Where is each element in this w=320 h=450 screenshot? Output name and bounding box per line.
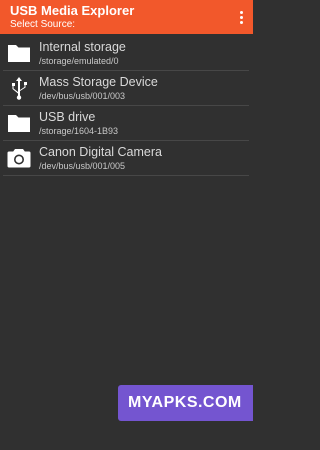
source-item-internal-storage[interactable]: Internal storage /storage/emulated/0 (3, 36, 249, 71)
source-path: /storage/emulated/0 (39, 56, 119, 66)
source-item-canon-digital-camera[interactable]: Canon Digital Camera /dev/bus/usb/001/00… (3, 141, 249, 176)
watermark-badge: MYAPKS.COM (118, 385, 253, 421)
watermark-text: MYAPKS.COM (128, 394, 242, 411)
usb-icon (12, 77, 27, 100)
source-item-mass-storage-device[interactable]: Mass Storage Device /dev/bus/usb/001/003 (3, 71, 249, 106)
source-name: Internal storage (39, 40, 126, 54)
source-path: /storage/1604-1B93 (39, 126, 119, 136)
app-subtitle: Select Source: (10, 19, 76, 30)
source-name: USB drive (39, 110, 96, 124)
folder-icon (8, 45, 30, 62)
source-name: Canon Digital Camera (39, 145, 162, 159)
app-screen: USB Media Explorer Select Source: Intern… (0, 0, 253, 450)
more-vert-icon[interactable] (233, 8, 249, 26)
app-title: USB Media Explorer (10, 3, 135, 18)
source-path: /dev/bus/usb/001/005 (39, 161, 126, 171)
camera-icon (7, 149, 31, 168)
source-name: Mass Storage Device (39, 75, 158, 89)
source-path: /dev/bus/usb/001/003 (39, 91, 126, 101)
source-item-usb-drive[interactable]: USB drive /storage/1604-1B93 (3, 106, 249, 141)
folder-icon (8, 115, 30, 132)
app-toolbar: USB Media Explorer Select Source: (0, 0, 253, 34)
source-list: Internal storage /storage/emulated/0 Mas… (3, 36, 249, 176)
